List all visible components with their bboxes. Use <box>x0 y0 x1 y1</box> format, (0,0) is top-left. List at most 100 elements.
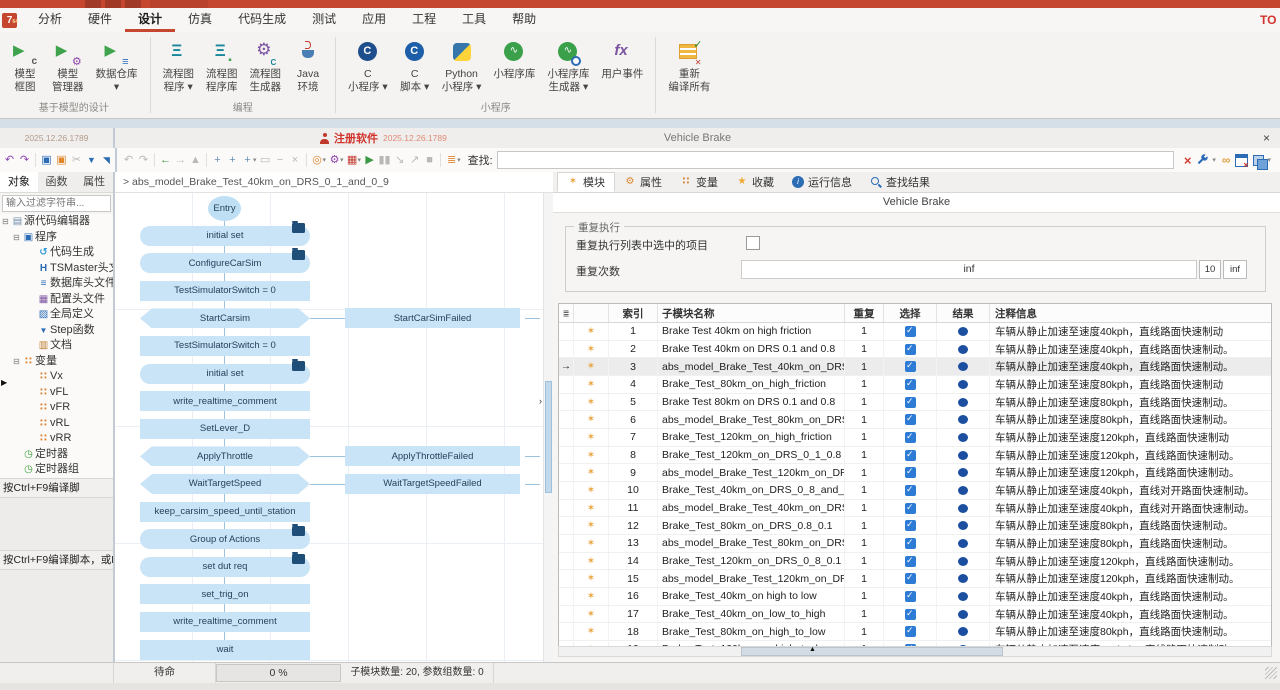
column-icon[interactable] <box>574 304 609 322</box>
table-row[interactable]: → ✶ 10 Brake_Test_40km_on_DRS_0_8_and_0_… <box>559 482 1271 500</box>
row-checkbox[interactable] <box>905 503 916 514</box>
menu-item[interactable]: 帮助 <box>499 8 549 32</box>
table-row[interactable]: → ✶ 4 Brake_Test_80km_on_high_friction 1… <box>559 376 1271 394</box>
flow-branch-node[interactable]: WaitTargetSpeedFailed <box>345 474 520 494</box>
tree-item[interactable]: 定时器组 <box>0 462 113 478</box>
table-row[interactable]: → ✶ 15 abs_model_Brake_Test_120km_on_DRS… <box>559 570 1271 588</box>
menu-item[interactable]: 分析 <box>25 8 75 32</box>
copy-icon[interactable]: ▣ <box>39 149 54 172</box>
row-checkbox[interactable] <box>905 520 916 531</box>
child-window-header[interactable]: Vehicle Brake 注册软件 2025.12.26.1789 × <box>115 128 1280 148</box>
row-checkbox[interactable] <box>905 361 916 372</box>
repeat-preset-inf-button[interactable]: inf <box>1223 260 1247 279</box>
flow-node[interactable]: SetLever_D <box>140 419 310 439</box>
table-row[interactable]: → ✶ 9 abs_model_Brake_Test_120km_on_DRS_… <box>559 464 1271 482</box>
recompile-all-button[interactable]: ✕ 重新编译所有 <box>662 38 716 101</box>
menu-item[interactable]: 测试 <box>299 8 349 32</box>
tree-item[interactable]: vRL <box>0 416 113 432</box>
row-checkbox[interactable] <box>905 609 916 620</box>
flow-node[interactable]: initial set <box>140 226 310 246</box>
tree-item[interactable]: Step函数 <box>0 323 113 339</box>
flowchart-canvas[interactable]: Entry initial set <box>115 193 544 663</box>
scrollbar-thumb[interactable] <box>741 647 1003 656</box>
column-name[interactable]: 子模块名称 <box>658 304 845 322</box>
tree-item[interactable]: ⊟ 变量 <box>0 354 113 370</box>
tree-expander-icon[interactable]: ⊟ <box>13 354 22 370</box>
menu-item[interactable]: 代码生成 <box>225 8 299 32</box>
wrench-icon[interactable] <box>1196 154 1209 167</box>
row-checkbox[interactable] <box>905 591 916 602</box>
flow-node[interactable]: Entry <box>208 196 241 221</box>
tree-expander-icon[interactable]: ⊟ <box>13 230 22 246</box>
column-select[interactable]: 选择 <box>884 304 937 322</box>
menu-item[interactable]: 仿真 <box>175 8 225 32</box>
delete-x-icon[interactable]: × <box>1184 153 1192 168</box>
remove-icon[interactable]: − <box>273 149 288 172</box>
model-diagram-button[interactable]: 模型框图 <box>4 38 46 101</box>
panel-tab[interactable]: 模块 <box>557 172 615 192</box>
undo-icon[interactable]: ↶ <box>2 149 17 172</box>
table-row[interactable]: → ✶ 6 abs_model_Brake_Test_80km_on_DRS_0… <box>559 411 1271 429</box>
row-checkbox[interactable] <box>905 556 916 567</box>
row-checkbox[interactable] <box>905 344 916 355</box>
stop-icon[interactable]: ■ <box>422 149 437 172</box>
user-event-button[interactable]: 用户事件 <box>595 38 649 101</box>
flow-node[interactable]: keep_carsim_speed_until_station <box>140 502 310 522</box>
filter-down-icon[interactable]: ▼ <box>84 149 99 172</box>
column-repeat[interactable]: 重复 <box>845 304 884 322</box>
data-warehouse-button[interactable]: 数据仓库▾ <box>90 38 144 101</box>
tree-filter-input[interactable] <box>2 195 111 212</box>
menu-item[interactable]: 应用 <box>349 8 399 32</box>
repeat-preset-10-button[interactable]: 10 <box>1199 260 1221 279</box>
model-manager-button[interactable]: 模型管理器 <box>46 38 90 101</box>
c-script-button[interactable]: C脚本 ▾ <box>394 38 436 101</box>
dock-tab[interactable]: 函数 <box>38 172 76 192</box>
panel-tab[interactable]: 变量 <box>671 172 727 192</box>
flow-branch-node[interactable]: ApplyThrottleFailed <box>345 446 520 466</box>
flow-node[interactable]: ApplyThrottle <box>140 446 310 466</box>
table-row[interactable]: → ✶ 5 Brake Test 80km on DRS 0.1 and 0.8… <box>559 394 1271 412</box>
scrollbar-thumb[interactable] <box>545 381 552 493</box>
flow-node[interactable]: set dut req <box>140 557 310 577</box>
applet-library-generator-button[interactable]: 小程序库生成器 ▾ <box>541 38 595 101</box>
cut-icon[interactable]: ✂ <box>69 149 84 172</box>
step-in-icon[interactable]: ↘ <box>392 149 407 172</box>
flow-redo-icon[interactable]: ↷ <box>136 149 151 172</box>
dock-tab[interactable]: 对象 <box>0 172 38 192</box>
expand-marker-icon[interactable]: › <box>539 396 542 406</box>
flow-node[interactable]: ConfigureCarSim <box>140 253 310 273</box>
table-row[interactable]: → ✶ 12 Brake_Test_80km_on_DRS_0.8_0.1 1 … <box>559 517 1271 535</box>
panel-tab[interactable]: 查找结果 <box>861 172 939 192</box>
table-row[interactable]: → ✶ 18 Brake_Test_80km_on_high_to_low 1 … <box>559 623 1271 641</box>
applet-library-button[interactable]: 小程序库 <box>487 38 541 101</box>
filter-up-icon[interactable]: ◥ <box>99 149 114 172</box>
flow-node[interactable]: Group of Actions <box>140 529 310 549</box>
table-horizontal-scrollbar[interactable]: ▲ <box>558 646 1272 657</box>
row-checkbox[interactable] <box>905 414 916 425</box>
menu-item[interactable]: 硬件 <box>75 8 125 32</box>
tree-item[interactable]: vFL <box>0 385 113 401</box>
panel-tab[interactable]: 运行信息 <box>783 172 861 192</box>
python-applet-button[interactable]: Python小程序 ▾ <box>436 38 488 101</box>
menu-item[interactable]: 设计 <box>125 8 175 32</box>
c-applet-button[interactable]: C小程序 ▾ <box>342 38 394 101</box>
add-branch-icon[interactable]: + <box>225 149 240 172</box>
tree-item[interactable]: 文档 <box>0 338 113 354</box>
tree-item[interactable]: vRR <box>0 431 113 447</box>
row-checkbox[interactable] <box>905 379 916 390</box>
table-row[interactable]: → ✶ 3 abs_model_Brake_Test_40km_on_DRS_0… <box>559 358 1271 376</box>
table-row[interactable]: → ✶ 16 Brake_Test_40km_on high to low 1 … <box>559 588 1271 606</box>
repeat-count-input[interactable]: inf <box>741 260 1197 279</box>
flow-node[interactable]: set_trig_on <box>140 584 310 604</box>
column-result[interactable]: 结果 <box>937 304 990 322</box>
flowchart-library-button[interactable]: 流程图程序库 <box>200 38 244 101</box>
row-checkbox[interactable] <box>905 432 916 443</box>
tree-item[interactable]: 数据库头文件 <box>0 276 113 292</box>
row-checkbox[interactable] <box>905 326 916 337</box>
menu-item[interactable]: 工具 <box>449 8 499 32</box>
tree-item[interactable]: 全局定义 <box>0 307 113 323</box>
tree-item[interactable]: 代码生成 <box>0 245 113 261</box>
flow-branch-node[interactable]: StartCarSimFailed <box>345 308 520 328</box>
search-input[interactable] <box>497 151 1174 169</box>
resize-grip[interactable] <box>1265 667 1277 679</box>
